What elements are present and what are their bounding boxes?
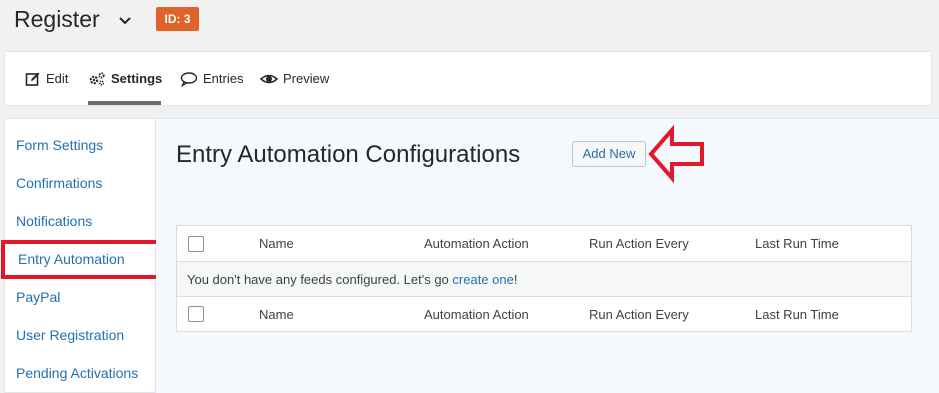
chevron-down-icon[interactable] xyxy=(116,12,134,30)
gears-icon xyxy=(89,71,105,86)
table-empty-row: You don't have any feeds configured. Let… xyxy=(177,262,911,297)
speech-bubble-icon xyxy=(180,71,198,87)
sidebar-item-notifications[interactable]: Notifications xyxy=(16,213,92,229)
sidebar-item-pending-activations[interactable]: Pending Activations xyxy=(16,365,138,381)
column-footer-automation-action[interactable]: Automation Action xyxy=(424,297,529,332)
left-arrow-icon xyxy=(648,125,704,183)
add-new-button[interactable]: Add New xyxy=(572,141,646,167)
column-footer-last-run-time[interactable]: Last Run Time xyxy=(755,297,839,332)
toolbar-entries-label: Entries xyxy=(203,71,244,86)
create-one-link[interactable]: create one xyxy=(452,272,513,287)
table-header-row: Name Automation Action Run Action Every … xyxy=(177,226,911,262)
column-header-run-action-every[interactable]: Run Action Every xyxy=(589,226,689,262)
eye-icon xyxy=(260,74,278,83)
column-header-automation-action[interactable]: Automation Action xyxy=(424,226,529,262)
empty-message: You don't have any feeds configured. Let… xyxy=(187,262,517,297)
toolbar-preview-label: Preview xyxy=(283,71,330,86)
toolbar-settings-label: Settings xyxy=(111,71,163,86)
form-id-badge: ID: 3 xyxy=(156,7,199,31)
sidebar-item-confirmations[interactable]: Confirmations xyxy=(16,175,102,191)
toolbar-entries[interactable]: Entries xyxy=(180,52,243,105)
toolbar-edit[interactable]: Edit xyxy=(25,52,68,105)
empty-message-text: You don't have any feeds configured. Let… xyxy=(187,272,453,287)
select-all-checkbox-footer[interactable] xyxy=(188,306,204,322)
column-footer-run-action-every[interactable]: Run Action Every xyxy=(589,297,689,332)
feeds-table: Name Automation Action Run Action Every … xyxy=(176,225,912,332)
column-footer-name[interactable]: Name xyxy=(259,297,294,332)
sidebar-item-paypal[interactable]: PayPal xyxy=(16,289,60,305)
toolbar-settings[interactable]: Settings xyxy=(88,52,162,105)
form-title[interactable]: Register xyxy=(14,6,100,33)
toolbar-edit-label: Edit xyxy=(46,71,69,86)
column-header-last-run-time[interactable]: Last Run Time xyxy=(755,226,839,262)
highlight-annotation-box xyxy=(1,240,163,279)
empty-message-suffix: ! xyxy=(513,272,518,287)
page-title: Entry Automation Configurations xyxy=(176,141,521,168)
toolbar-preview[interactable]: Preview xyxy=(260,52,329,105)
pencil-square-icon xyxy=(25,72,40,86)
sidebar-item-user-registration[interactable]: User Registration xyxy=(16,327,124,343)
table-footer-row: Name Automation Action Run Action Every … xyxy=(177,297,911,332)
select-all-checkbox[interactable] xyxy=(188,236,204,252)
sidebar-item-form-settings[interactable]: Form Settings xyxy=(16,137,103,153)
active-tab-indicator xyxy=(88,101,161,105)
form-header: Register ID: 3 xyxy=(0,0,939,45)
column-header-name[interactable]: Name xyxy=(259,226,294,262)
form-toolbar: Edit Settings Entries Preview xyxy=(4,51,932,106)
